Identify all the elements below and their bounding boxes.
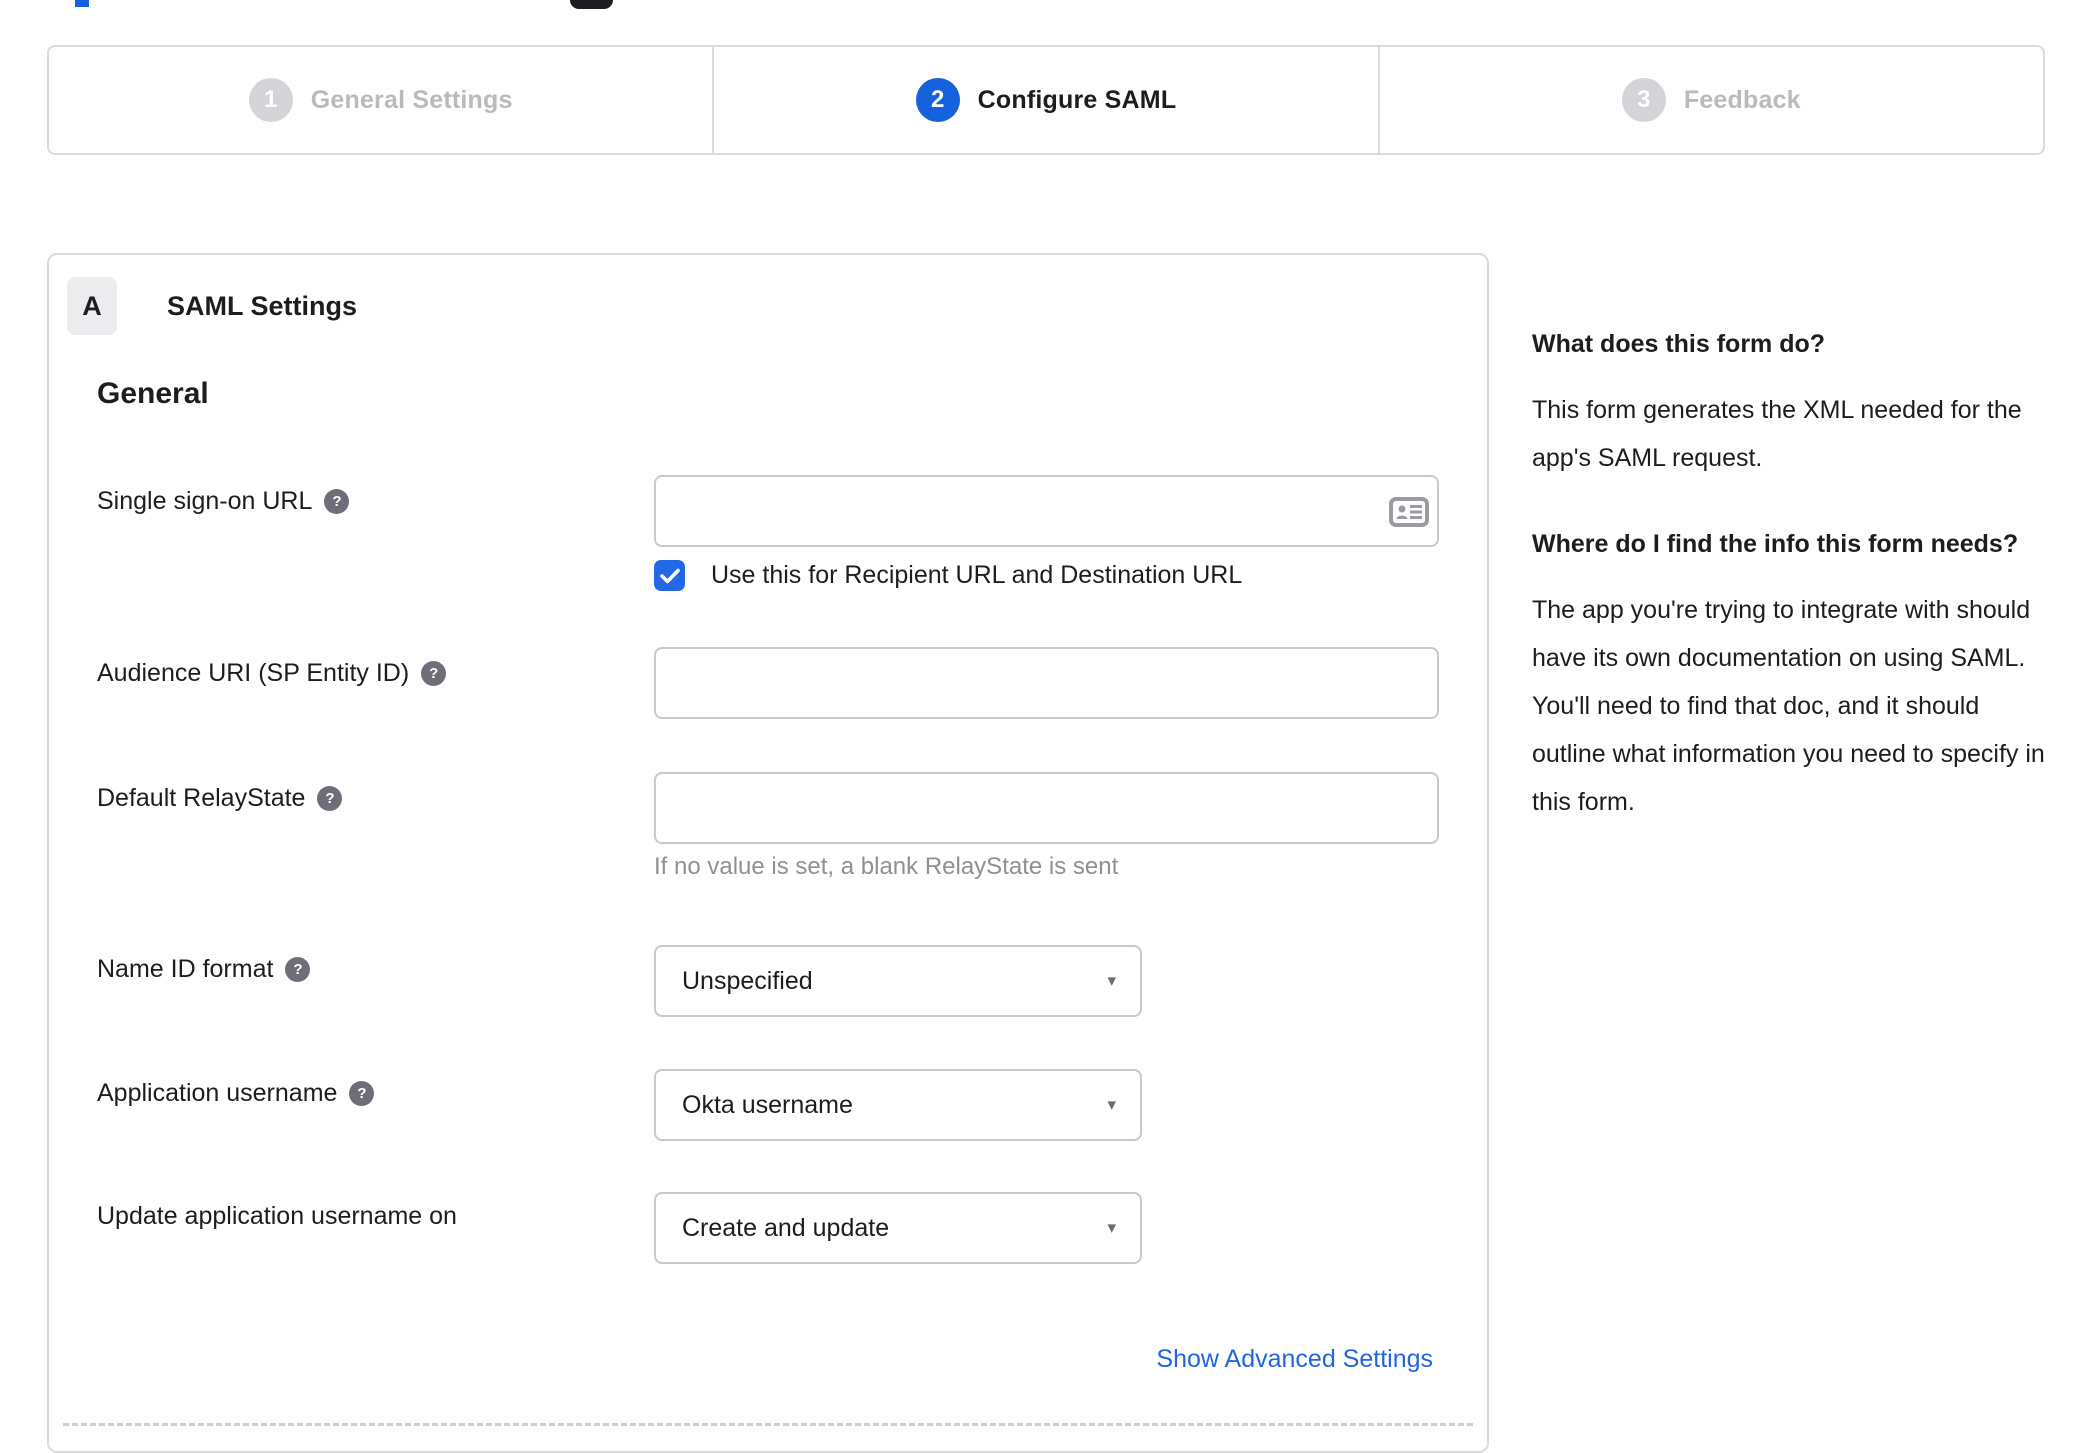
header-fragment-icon bbox=[570, 0, 613, 9]
sso-url-input[interactable] bbox=[654, 475, 1439, 547]
step-configure-saml[interactable]: 2 Configure SAML bbox=[712, 47, 1377, 153]
card-title: SAML Settings bbox=[167, 291, 358, 321]
help-icon[interactable]: ? bbox=[421, 661, 447, 686]
step-label: Feedback bbox=[1683, 85, 1801, 114]
recipient-url-checkbox-label: Use this for Recipient URL and Destinati… bbox=[711, 561, 1243, 589]
help-sidebar: What does this form do? This form genera… bbox=[1532, 322, 2048, 866]
step-label: Configure SAML bbox=[977, 85, 1177, 114]
header-fragment-logo bbox=[75, 0, 89, 7]
section-a-badge: A bbox=[67, 277, 117, 335]
help-icon[interactable]: ? bbox=[349, 1081, 375, 1106]
relaystate-input[interactable] bbox=[654, 772, 1439, 844]
step-general-settings[interactable]: 1 General Settings bbox=[49, 47, 712, 153]
nameid-format-value: Unspecified bbox=[682, 966, 813, 995]
sidebar-answer-1: This form generates the XML needed for t… bbox=[1532, 396, 2022, 472]
checkmark-icon bbox=[659, 568, 680, 583]
relaystate-hint: If no value is set, a blank RelayState i… bbox=[654, 853, 1119, 880]
relaystate-label: Default RelayState ? bbox=[97, 784, 343, 813]
nameid-format-label: Name ID format ? bbox=[97, 955, 311, 984]
chevron-down-icon: ▾ bbox=[1107, 971, 1116, 990]
app-username-select[interactable]: Okta username ▾ bbox=[654, 1069, 1142, 1141]
sidebar-question-1: What does this form do? bbox=[1532, 330, 1826, 358]
app-username-label: Application username ? bbox=[97, 1079, 375, 1108]
update-username-select[interactable]: Create and update ▾ bbox=[654, 1192, 1142, 1264]
help-icon[interactable]: ? bbox=[324, 489, 350, 514]
show-advanced-settings-link[interactable]: Show Advanced Settings bbox=[1156, 1345, 1433, 1374]
general-section-heading: General bbox=[97, 377, 209, 410]
audience-uri-input[interactable] bbox=[654, 647, 1439, 719]
step-label: General Settings bbox=[310, 85, 513, 114]
wizard-stepper: 1 General Settings 2 Configure SAML 3 Fe… bbox=[47, 45, 2045, 155]
sidebar-answer-2: The app you're trying to integrate with … bbox=[1532, 596, 2045, 816]
saml-settings-card: A SAML Settings General Single sign-on U… bbox=[47, 253, 1489, 1453]
nameid-format-select[interactable]: Unspecified ▾ bbox=[654, 945, 1142, 1017]
chevron-down-icon: ▾ bbox=[1107, 1218, 1116, 1237]
app-username-value: Okta username bbox=[682, 1090, 853, 1119]
update-username-value: Create and update bbox=[682, 1213, 890, 1242]
step-feedback[interactable]: 3 Feedback bbox=[1377, 47, 2043, 153]
chevron-down-icon: ▾ bbox=[1107, 1095, 1116, 1114]
help-icon[interactable]: ? bbox=[285, 957, 311, 982]
step-number-badge: 1 bbox=[248, 78, 293, 122]
step-number-badge: 3 bbox=[1621, 78, 1666, 122]
recipient-url-checkbox-row: Use this for Recipient URL and Destinati… bbox=[654, 560, 1242, 591]
recipient-url-checkbox[interactable] bbox=[654, 560, 685, 591]
update-username-label: Update application username on bbox=[97, 1202, 457, 1230]
step-number-badge: 2 bbox=[915, 78, 960, 122]
audience-uri-label: Audience URI (SP Entity ID) ? bbox=[97, 659, 447, 688]
sso-url-label: Single sign-on URL ? bbox=[97, 487, 350, 516]
help-icon[interactable]: ? bbox=[317, 786, 343, 811]
sidebar-question-2: Where do I find the info this form needs… bbox=[1532, 530, 2019, 558]
